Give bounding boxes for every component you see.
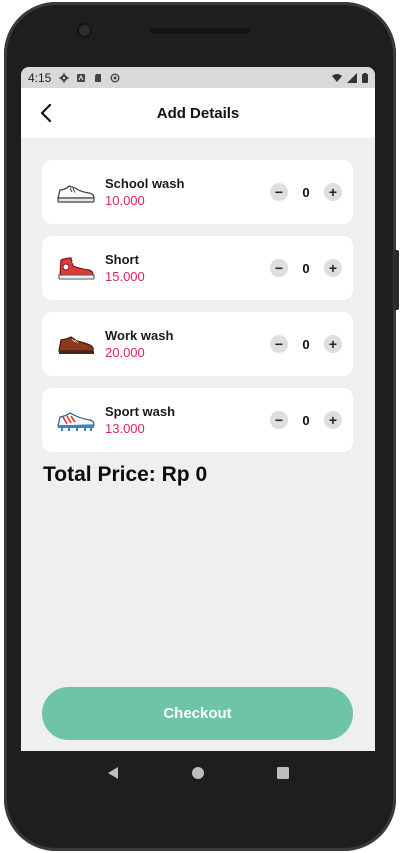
- back-arrow-icon: [40, 104, 52, 122]
- service-card-short: Short 15.000 − 0 +: [42, 236, 353, 300]
- nav-recents-icon[interactable]: [276, 766, 290, 780]
- service-price: 13.000: [105, 421, 145, 436]
- service-card-work-wash: Work wash 20.000 − 0 +: [42, 312, 353, 376]
- app-notification-icon: [77, 73, 86, 82]
- service-list: School wash 10.000 − 0 + Short 15.000 − …: [42, 160, 353, 464]
- status-icons-right: [332, 72, 368, 83]
- quantity-value: 0: [302, 260, 310, 276]
- white-sneaker-icon: [57, 185, 95, 203]
- signal-icon: [347, 72, 357, 83]
- increment-button[interactable]: +: [324, 335, 342, 353]
- sd-card-icon: [95, 73, 102, 82]
- quantity-value: 0: [302, 336, 310, 352]
- back-button[interactable]: [35, 101, 59, 125]
- power-button: [394, 250, 399, 310]
- service-card-sport-wash: Sport wash 13.000 − 0 +: [42, 388, 353, 452]
- checkout-button[interactable]: Checkout: [42, 687, 353, 740]
- status-bar: 4:15: [21, 67, 375, 88]
- nav-back-icon[interactable]: [106, 766, 120, 780]
- service-name: School wash: [105, 176, 185, 191]
- quantity-stepper: − 0 +: [270, 411, 342, 429]
- battery-icon: [362, 72, 368, 83]
- nav-home-icon[interactable]: [191, 766, 205, 780]
- service-price: 10.000: [105, 193, 145, 208]
- service-price: 20.000: [105, 345, 145, 360]
- increment-button[interactable]: +: [324, 411, 342, 429]
- page-title: Add Details: [156, 104, 240, 122]
- sync-icon: [110, 73, 120, 82]
- service-price: 15.000: [105, 269, 145, 284]
- earpiece: [150, 28, 250, 34]
- increment-button[interactable]: +: [324, 183, 342, 201]
- decrement-button[interactable]: −: [270, 335, 288, 353]
- increment-button[interactable]: +: [324, 259, 342, 277]
- decrement-button[interactable]: −: [270, 259, 288, 277]
- quantity-stepper: − 0 +: [270, 335, 342, 353]
- decrement-button[interactable]: −: [270, 411, 288, 429]
- service-name: Sport wash: [105, 404, 176, 419]
- decrement-button[interactable]: −: [270, 183, 288, 201]
- service-card-school-wash: School wash 10.000 − 0 +: [42, 160, 353, 224]
- phone-frame: 4:15 Add Details School wash 10.000 − 0 …: [0, 0, 400, 853]
- brown-boot-icon: [58, 336, 94, 354]
- system-nav-bar: [21, 751, 375, 795]
- total-price: Total Price: Rp 0: [43, 463, 208, 486]
- quantity-stepper: − 0 +: [270, 183, 342, 201]
- settings-icon: [59, 72, 70, 83]
- service-name: Work wash: [105, 328, 174, 343]
- app-bar: Add Details: [21, 88, 375, 138]
- quantity-value: 0: [302, 184, 310, 200]
- quantity-value: 0: [302, 412, 310, 428]
- app-screen: 4:15 Add Details School wash 10.000 − 0 …: [21, 67, 375, 751]
- front-camera: [79, 25, 90, 36]
- service-name: Short: [105, 252, 139, 267]
- quantity-stepper: − 0 +: [270, 259, 342, 277]
- wifi-icon: [332, 73, 342, 82]
- red-hightop-icon: [58, 257, 95, 280]
- status-icons-left: [59, 72, 120, 83]
- cleat-icon: [57, 412, 95, 431]
- status-time: 4:15: [28, 70, 52, 85]
